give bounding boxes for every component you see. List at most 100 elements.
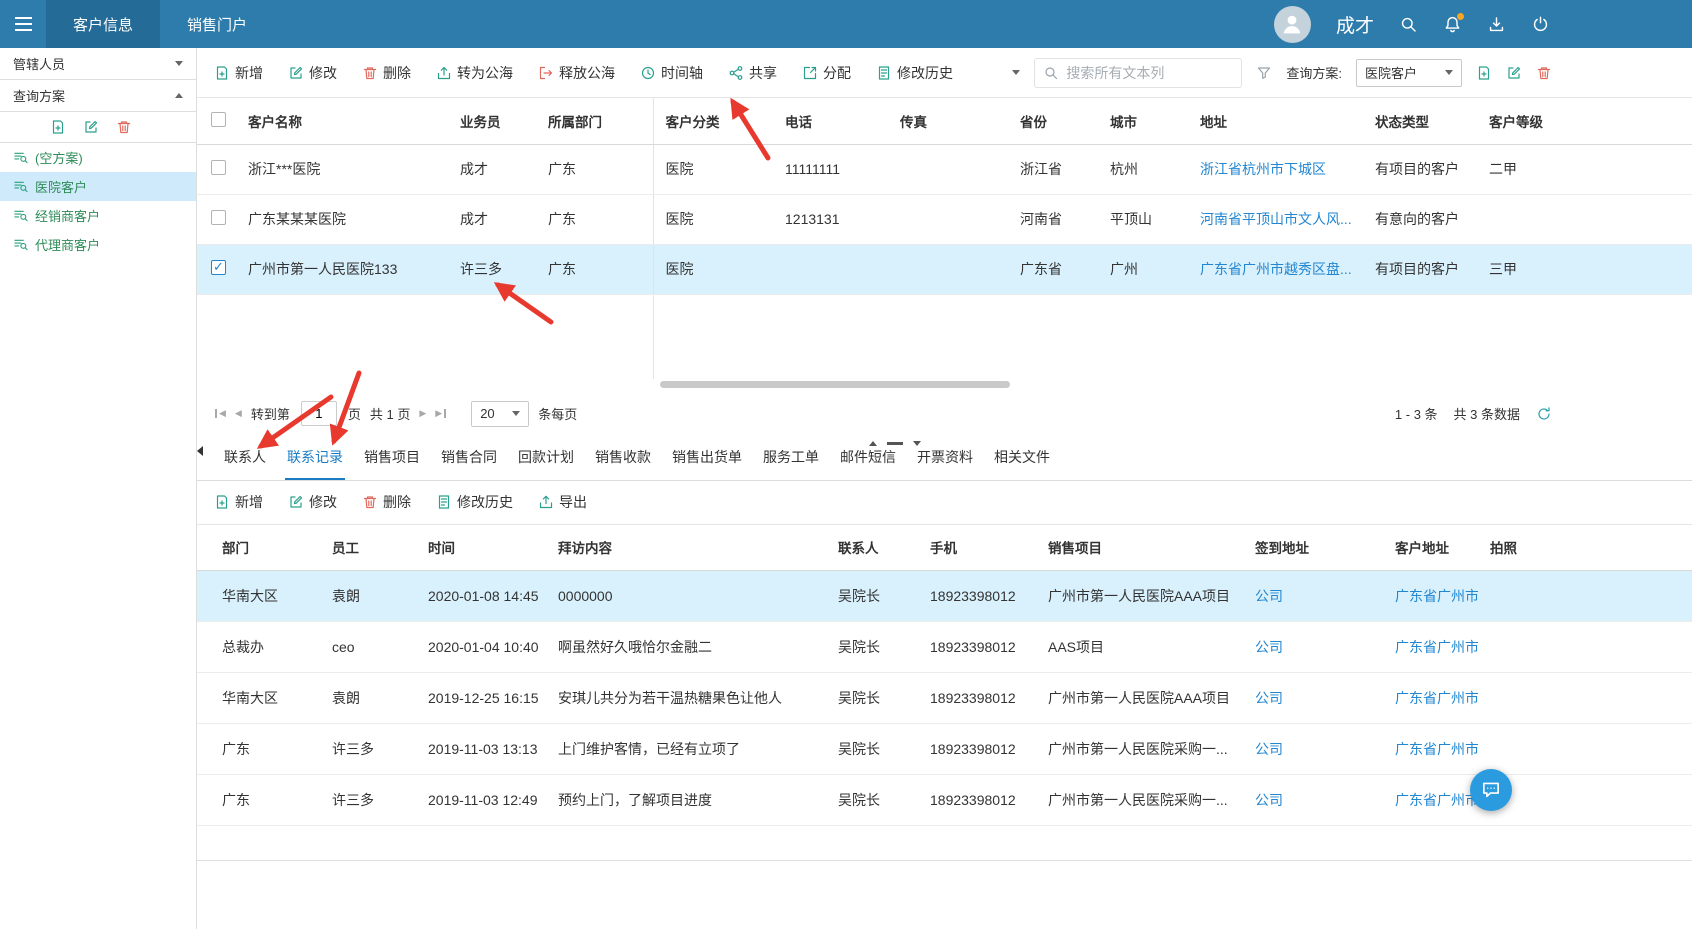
expand-up-icon[interactable] [869, 441, 877, 446]
col-customer-address[interactable]: 客户地址 [1383, 525, 1478, 571]
refresh-icon[interactable] [1536, 406, 1552, 422]
tab-related-files[interactable]: 相关文件 [992, 447, 1052, 480]
tab-payment-plans[interactable]: 回款计划 [516, 447, 576, 480]
col-grade[interactable]: 客户等级 [1477, 98, 1692, 144]
col-dept[interactable]: 部门 [197, 525, 320, 571]
col-dept[interactable]: 所属部门 [536, 98, 653, 144]
col-contact[interactable]: 联系人 [826, 525, 918, 571]
edit-button[interactable]: 修改 [288, 63, 337, 83]
col-address[interactable]: 地址 [1188, 98, 1363, 144]
expand-down-icon[interactable] [913, 441, 921, 446]
edit-button[interactable]: 修改 [288, 492, 337, 512]
prev-page-button[interactable]: ◀ [235, 409, 242, 418]
avatar[interactable] [1274, 6, 1311, 43]
timeline-button[interactable]: 时间轴 [640, 63, 703, 83]
delete-button[interactable]: 删除 [362, 492, 411, 512]
tab-email-sms[interactable]: 邮件短信 [838, 447, 898, 480]
col-owner[interactable]: 业务员 [448, 98, 536, 144]
delete-scheme-icon[interactable] [116, 119, 132, 135]
tab-sales-contracts[interactable]: 销售合同 [439, 447, 499, 480]
tab-invoice-info[interactable]: 开票资料 [915, 447, 975, 480]
search-input[interactable] [1066, 65, 1233, 81]
collapse-middle-icon[interactable] [887, 442, 903, 445]
table-row[interactable]: 广东某某某医院 成才 广东 医院 1213131 河南省 平顶山 河南省平顶山市… [197, 194, 1692, 244]
edit-scheme-icon[interactable] [1506, 65, 1522, 81]
next-page-button[interactable]: ▶ [419, 409, 426, 418]
col-time[interactable]: 时间 [416, 525, 546, 571]
table-row-selected[interactable]: 华南大区 袁朗 2020-01-08 14:45 0000000 吴院长 189… [197, 571, 1692, 622]
filter-funnel-icon[interactable] [1256, 65, 1272, 81]
cell-checkin-link[interactable]: 公司 [1243, 673, 1383, 724]
cell-address-link[interactable]: 广东省广州市... [1383, 724, 1478, 775]
add-button[interactable]: 新增 [214, 492, 263, 512]
tab-service-tickets[interactable]: 服务工单 [761, 447, 821, 480]
table-row[interactable]: 广东 许三多 2019-11-03 12:49 预约上门，了解项目进度 吴院长 … [197, 775, 1692, 826]
cell-checkin-link[interactable]: 公司 [1243, 775, 1383, 826]
horizontal-scrollbar[interactable] [660, 381, 1010, 388]
edit-history-button[interactable]: 修改历史 [876, 63, 953, 83]
col-visit-content[interactable]: 拜访内容 [546, 525, 826, 571]
col-fax[interactable]: 传真 [888, 98, 1008, 144]
tab-contacts[interactable]: 联系人 [222, 447, 268, 480]
download-icon[interactable] [1487, 15, 1506, 34]
col-mobile[interactable]: 手机 [918, 525, 1036, 571]
collapse-sidebar-arrow-icon[interactable] [197, 446, 203, 456]
cell-address-link[interactable]: 浙江省杭州市下城区 [1188, 144, 1363, 194]
cell-checkin-link[interactable]: 公司 [1243, 724, 1383, 775]
menu-icon[interactable] [0, 0, 46, 48]
sidebar-section-scheme[interactable]: 查询方案 [0, 80, 196, 112]
sidebar-section-people[interactable]: 管辖人员 [0, 48, 196, 80]
notifications-bell-icon[interactable] [1443, 15, 1462, 34]
cell-checkin-link[interactable]: 公司 [1243, 622, 1383, 673]
sidebar-item-empty-scheme[interactable]: (空方案) [0, 143, 196, 172]
tab-customer-info[interactable]: 客户信息 [46, 0, 160, 48]
release-public-pool-button[interactable]: 释放公海 [538, 63, 615, 83]
cell-address-link[interactable]: 广东省广州市... [1383, 775, 1478, 826]
col-status[interactable]: 状态类型 [1363, 98, 1477, 144]
power-icon[interactable] [1531, 15, 1550, 34]
delete-scheme-icon[interactable] [1536, 65, 1552, 81]
col-checkin-address[interactable]: 签到地址 [1243, 525, 1383, 571]
first-page-button[interactable]: ◀ [215, 409, 226, 418]
cell-address-link[interactable]: 广东省广州市... [1383, 622, 1478, 673]
search-icon[interactable] [1399, 15, 1418, 34]
col-project[interactable]: 销售项目 [1036, 525, 1243, 571]
columns-dropdown-caret[interactable] [1012, 70, 1020, 79]
table-row[interactable]: 华南大区 袁朗 2019-12-25 16:15 安琪儿共分为若干温热糖果色让他… [197, 673, 1692, 724]
row-checkbox[interactable] [211, 210, 226, 225]
tab-delivery-orders[interactable]: 销售出货单 [670, 447, 744, 480]
page-size-select[interactable]: 20 [471, 401, 529, 427]
select-all-checkbox[interactable] [211, 112, 226, 127]
table-row[interactable]: 总裁办 ceo 2020-01-04 10:40 啊虽然好久哦恰尔金融二 吴院长… [197, 622, 1692, 673]
sidebar-item-hospital-customers[interactable]: 医院客户 [0, 172, 196, 201]
sidebar-item-agent-customers[interactable]: 代理商客户 [0, 230, 196, 259]
table-row[interactable]: 广东 许三多 2019-11-03 13:13 上门维护客情，已经有立项了 吴院… [197, 724, 1692, 775]
delete-button[interactable]: 删除 [362, 63, 411, 83]
add-button[interactable]: 新增 [214, 63, 263, 83]
tab-sales-receipts[interactable]: 销售收款 [593, 447, 653, 480]
row-checkbox-checked[interactable] [211, 260, 226, 275]
row-checkbox[interactable] [211, 160, 226, 175]
edit-scheme-icon[interactable] [83, 119, 99, 135]
page-number-input[interactable] [301, 401, 337, 426]
share-button[interactable]: 共享 [728, 63, 777, 83]
add-scheme-icon[interactable] [50, 119, 66, 135]
scheme-select[interactable]: 医院客户 [1356, 59, 1462, 87]
add-scheme-icon[interactable] [1476, 65, 1492, 81]
chat-button[interactable] [1470, 769, 1512, 811]
assign-button[interactable]: 分配 [802, 63, 851, 83]
cell-address-link[interactable]: 广东省广州市... [1383, 571, 1478, 622]
col-category[interactable]: 客户分类 [653, 98, 773, 144]
sidebar-item-dealer-customers[interactable]: 经销商客户 [0, 201, 196, 230]
col-customer-name[interactable]: 客户名称 [240, 98, 448, 144]
to-public-pool-button[interactable]: 转为公海 [436, 63, 513, 83]
col-phone[interactable]: 电话 [773, 98, 888, 144]
tab-sales-portal[interactable]: 销售门户 [160, 0, 274, 48]
table-row-selected[interactable]: 广州市第一人民医院133 许三多 广东 医院 广东省 广州 广东省广州市越秀区盘… [197, 244, 1692, 294]
cell-address-link[interactable]: 广东省广州市... [1383, 673, 1478, 724]
col-employee[interactable]: 员工 [320, 525, 416, 571]
edit-history-button[interactable]: 修改历史 [436, 492, 513, 512]
col-city[interactable]: 城市 [1098, 98, 1188, 144]
tab-contact-records[interactable]: 联系记录 [285, 447, 345, 480]
cell-checkin-link[interactable]: 公司 [1243, 571, 1383, 622]
